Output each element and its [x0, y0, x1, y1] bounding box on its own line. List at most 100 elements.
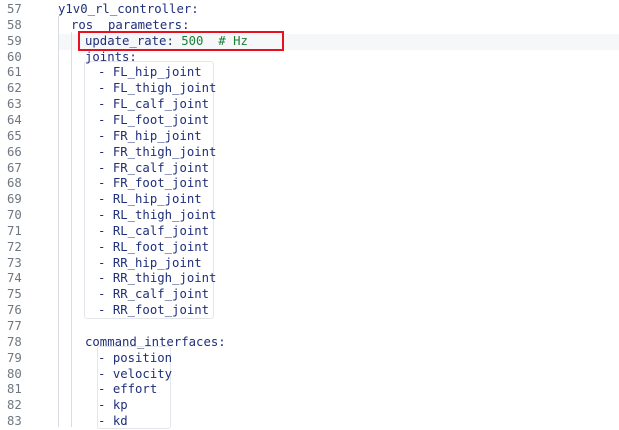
line-number: 73	[7, 255, 22, 270]
code-line[interactable]: 66 - FR_thigh_joint	[0, 145, 619, 161]
list-dash: -	[98, 287, 113, 302]
list-dash: -	[98, 255, 113, 270]
code-content: command_interfaces:	[85, 335, 226, 351]
yaml-key: joints	[85, 49, 130, 64]
code-line[interactable]: 72 - RL_foot_joint	[0, 240, 619, 256]
list-item-value: position	[112, 350, 173, 365]
line-number: 78	[7, 334, 22, 349]
code-line[interactable]: 73 - RR_hip_joint	[0, 256, 619, 272]
line-number: 66	[7, 144, 22, 159]
code-line[interactable]: 60 joints:	[0, 50, 619, 66]
code-line[interactable]: 78 command_interfaces:	[0, 335, 619, 351]
code-content: - FR_thigh_joint	[98, 145, 216, 161]
code-line[interactable]: 68 - FR_foot_joint	[0, 176, 619, 192]
line-number: 59	[7, 33, 22, 48]
code-line[interactable]: 70 - RL_thigh_joint	[0, 208, 619, 224]
code-content: - FL_foot_joint	[98, 113, 209, 129]
code-content: - FR_hip_joint	[98, 129, 202, 145]
code-line[interactable]: 83 - kd	[0, 414, 619, 430]
line-number: 75	[7, 287, 22, 302]
key-separator: :	[218, 334, 226, 349]
line-number: 79	[7, 350, 22, 365]
code-content: - RL_hip_joint	[98, 192, 202, 208]
line-number: 81	[7, 382, 22, 397]
line-number: 62	[7, 81, 22, 96]
key-separator: :	[182, 17, 190, 32]
code-content: - FR_calf_joint	[98, 161, 209, 177]
line-number: 67	[7, 160, 22, 175]
code-content: y1v0_rl_controller:	[58, 2, 199, 18]
code-content: - RL_foot_joint	[98, 240, 209, 256]
code-line[interactable]: 74 - RR_thigh_joint	[0, 271, 619, 287]
list-item-value: RL_thigh_joint	[112, 208, 217, 223]
list-item-value: RR_calf_joint	[112, 287, 210, 302]
list-dash: -	[98, 81, 113, 96]
line-number: 82	[7, 398, 22, 413]
code-line[interactable]: 65 - FR_hip_joint	[0, 129, 619, 145]
code-line[interactable]: 76 - RR_foot_joint	[0, 303, 619, 319]
list-item-value: FR_hip_joint	[112, 128, 202, 143]
list-dash: -	[98, 65, 113, 80]
list-dash: -	[98, 144, 113, 159]
line-number: 58	[7, 17, 22, 32]
code-content: - RL_calf_joint	[98, 224, 209, 240]
code-line[interactable]: 61 - FL_hip_joint	[0, 65, 619, 81]
list-dash: -	[98, 271, 113, 286]
key-separator: :	[129, 49, 137, 64]
code-line[interactable]: 75 - RR_calf_joint	[0, 287, 619, 303]
list-item-value: RR_thigh_joint	[112, 271, 217, 286]
list-item-value: RL_foot_joint	[112, 239, 210, 254]
list-item-value: velocity	[112, 366, 173, 381]
code-content: - kd	[98, 414, 128, 430]
line-number: 57	[7, 2, 22, 16]
list-dash: -	[98, 382, 113, 397]
list-dash: -	[98, 128, 113, 143]
list-dash: -	[98, 176, 113, 191]
list-dash: -	[98, 112, 113, 127]
list-item-value: FL_hip_joint	[112, 65, 202, 80]
list-dash: -	[98, 160, 113, 175]
code-line[interactable]: 57 y1v0_rl_controller:	[0, 2, 619, 18]
list-item-value: FR_thigh_joint	[112, 144, 217, 159]
code-content: - FL_thigh_joint	[98, 81, 216, 97]
code-line[interactable]: 64 - FL_foot_joint	[0, 113, 619, 129]
list-dash: -	[98, 398, 113, 413]
line-number: 65	[7, 128, 22, 143]
line-number: 60	[7, 49, 22, 64]
line-number: 77	[7, 319, 22, 333]
list-item-value: FR_foot_joint	[112, 176, 210, 191]
list-item-value: FL_thigh_joint	[112, 81, 217, 96]
list-dash: -	[98, 414, 113, 429]
code-content: - RL_thigh_joint	[98, 208, 216, 224]
code-editor[interactable]: 57 y1v0_rl_controller: 58 ros__parameters: 5…	[0, 0, 619, 430]
code-line[interactable]: 80 - velocity	[0, 367, 619, 383]
list-dash: -	[98, 223, 113, 238]
list-dash: -	[98, 303, 113, 318]
code-line[interactable]: 69 - RL_hip_joint	[0, 192, 619, 208]
list-item-value: RL_hip_joint	[112, 192, 202, 207]
yaml-key: command_interfaces	[85, 334, 219, 349]
code-line[interactable]: 63 - FL_calf_joint	[0, 97, 619, 113]
code-line[interactable]: 67 - FR_calf_joint	[0, 161, 619, 177]
code-line[interactable]: 81 - effort	[0, 382, 619, 398]
list-item-value: RL_calf_joint	[112, 223, 210, 238]
line-number: 64	[7, 112, 22, 127]
list-dash: -	[98, 192, 113, 207]
yaml-key: y1v0_rl_controller	[58, 2, 192, 16]
code-content: - RR_foot_joint	[98, 303, 209, 319]
code-line[interactable]: 62 - FL_thigh_joint	[0, 81, 619, 97]
highlight-annotation-box	[78, 31, 284, 51]
key-separator: :	[191, 2, 199, 16]
list-dash: -	[98, 97, 113, 112]
list-dash: -	[98, 239, 113, 254]
code-line[interactable]: 71 - RL_calf_joint	[0, 224, 619, 240]
code-line[interactable]: 79 - position	[0, 351, 619, 367]
code-content: - RR_thigh_joint	[98, 271, 216, 287]
list-dash: -	[98, 208, 113, 223]
line-number: 69	[7, 192, 22, 207]
code-content: - FL_calf_joint	[98, 97, 209, 113]
list-item-value: kp	[112, 398, 128, 413]
code-line[interactable]: 82 - kp	[0, 398, 619, 414]
code-line[interactable]: 77	[0, 319, 619, 335]
code-content: - FR_foot_joint	[98, 176, 209, 192]
